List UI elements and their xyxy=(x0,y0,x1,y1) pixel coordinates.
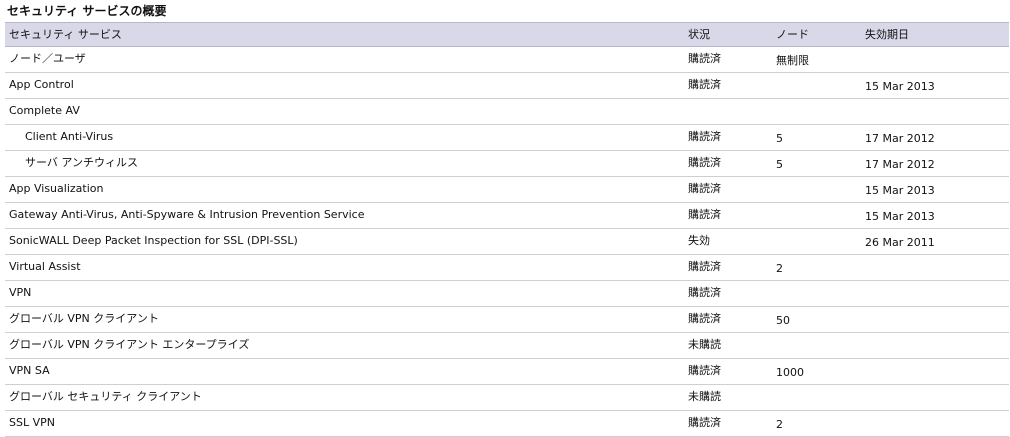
nodes-cell: 2 xyxy=(776,418,783,431)
expiry-cell xyxy=(865,385,1009,410)
table-row: Virtual Assist 購読済 2 xyxy=(5,255,1009,281)
table-row: グローバル VPN クライアント エンタープライズ 未購読 xyxy=(5,333,1009,359)
nodes-cell: 2 xyxy=(776,262,783,275)
table-row: VPN 購読済 xyxy=(5,281,1009,307)
service-name-cell: VPN xyxy=(9,286,32,299)
service-name-cell: グローバル VPN クライアント xyxy=(9,312,159,325)
status-cell: 購読済 xyxy=(688,312,721,325)
expiry-cell xyxy=(865,411,1009,436)
service-name-cell: Complete AV xyxy=(9,104,80,117)
expiry-cell xyxy=(865,47,1009,72)
column-header-expiry: 失効期日 xyxy=(865,28,909,41)
status-cell: 購読済 xyxy=(688,130,721,143)
nodes-cell: 無制限 xyxy=(776,54,809,67)
nodes-cell xyxy=(776,73,865,98)
column-header-nodes: ノード xyxy=(776,28,809,41)
panel-title: セキュリティ サービスの概要 xyxy=(5,0,1009,23)
nodes-cell: 5 xyxy=(776,158,783,171)
status-cell: 購読済 xyxy=(688,286,721,299)
nodes-cell: 1000 xyxy=(776,366,804,379)
column-header-service: セキュリティ サービス xyxy=(9,28,122,41)
table-row: グローバル VPN クライアント 購読済 50 xyxy=(5,307,1009,333)
status-cell: 購読済 xyxy=(688,416,721,429)
table-row: Gateway Anti-Virus, Anti-Spyware & Intru… xyxy=(5,203,1009,229)
service-name-cell: Client Anti-Virus xyxy=(25,130,114,143)
table-row: Complete AV xyxy=(5,99,1009,125)
nodes-cell: 50 xyxy=(776,314,790,327)
service-name-cell: SSL VPN xyxy=(9,416,55,429)
table-row: VPN SA 購読済 1000 xyxy=(5,359,1009,385)
column-header-status: 状況 xyxy=(688,28,710,41)
nodes-cell xyxy=(776,177,865,202)
service-name-cell: Gateway Anti-Virus, Anti-Spyware & Intru… xyxy=(9,208,365,221)
expiry-cell xyxy=(865,307,1009,332)
status-cell: 購読済 xyxy=(688,78,721,91)
service-name-cell: SonicWALL Deep Packet Inspection for SSL… xyxy=(9,234,298,247)
status-cell: 購読済 xyxy=(688,208,721,221)
table-header: セキュリティ サービス 状況 ノード 失効期日 xyxy=(5,23,1009,47)
service-name-cell: VPN SA xyxy=(9,364,50,377)
expiry-cell: 17 Mar 2012 xyxy=(865,132,935,145)
nodes-cell xyxy=(776,229,865,254)
nodes-cell xyxy=(776,281,865,306)
status-cell: 購読済 xyxy=(688,156,721,169)
service-name-cell: グローバル セキュリティ クライアント xyxy=(9,390,202,403)
table-row: Client Anti-Virus 購読済 5 17 Mar 2012 xyxy=(5,125,1009,151)
table-row: App Control 購読済 15 Mar 2013 xyxy=(5,73,1009,99)
expiry-cell: 15 Mar 2013 xyxy=(865,210,935,223)
service-name-cell: グローバル VPN クライアント エンタープライズ xyxy=(9,338,250,351)
status-cell: 購読済 xyxy=(688,182,721,195)
table-body: ノード／ユーザ 購読済 無制限 App Control 購読済 15 Mar 2013 Co… xyxy=(5,47,1009,437)
nodes-cell xyxy=(776,203,865,228)
expiry-cell xyxy=(865,281,1009,306)
expiry-cell xyxy=(865,255,1009,280)
expiry-cell: 26 Mar 2011 xyxy=(865,236,935,249)
service-name-cell: ノード／ユーザ xyxy=(9,52,86,65)
expiry-cell: 15 Mar 2013 xyxy=(865,80,935,93)
status-cell: 未購読 xyxy=(688,338,721,351)
table-row: ノード／ユーザ 購読済 無制限 xyxy=(5,47,1009,73)
status-cell: 購読済 xyxy=(688,52,721,65)
expiry-cell xyxy=(865,359,1009,384)
nodes-cell: 5 xyxy=(776,132,783,145)
status-cell: 失効 xyxy=(688,234,710,247)
expiry-cell: 17 Mar 2012 xyxy=(865,158,935,171)
service-name-cell: App Visualization xyxy=(9,182,104,195)
status-cell: 未購読 xyxy=(688,390,721,403)
status-cell xyxy=(688,99,776,124)
status-cell: 購読済 xyxy=(688,260,721,273)
status-cell: 購読済 xyxy=(688,364,721,377)
table-row: SonicWALL Deep Packet Inspection for SSL… xyxy=(5,229,1009,255)
table-row: グローバル セキュリティ クライアント 未購読 xyxy=(5,385,1009,411)
nodes-cell xyxy=(776,333,865,358)
table-row: SSL VPN 購読済 2 xyxy=(5,411,1009,437)
security-services-panel: セキュリティ サービスの概要 セキュリティ サービス 状況 ノード 失効期日 ノ… xyxy=(5,0,1009,437)
service-name-cell: Virtual Assist xyxy=(9,260,81,273)
nodes-cell xyxy=(776,385,865,410)
expiry-cell: 15 Mar 2013 xyxy=(865,184,935,197)
service-name-cell: サーバ アンチウィルス xyxy=(25,156,138,169)
expiry-cell xyxy=(865,99,1009,124)
services-table: セキュリティ サービス 状況 ノード 失効期日 ノード／ユーザ 購読済 無制限 App… xyxy=(5,23,1009,437)
table-row: サーバ アンチウィルス 購読済 5 17 Mar 2012 xyxy=(5,151,1009,177)
service-name-cell: App Control xyxy=(9,78,74,91)
table-row: App Visualization 購読済 15 Mar 2013 xyxy=(5,177,1009,203)
nodes-cell xyxy=(776,99,865,124)
expiry-cell xyxy=(865,333,1009,358)
